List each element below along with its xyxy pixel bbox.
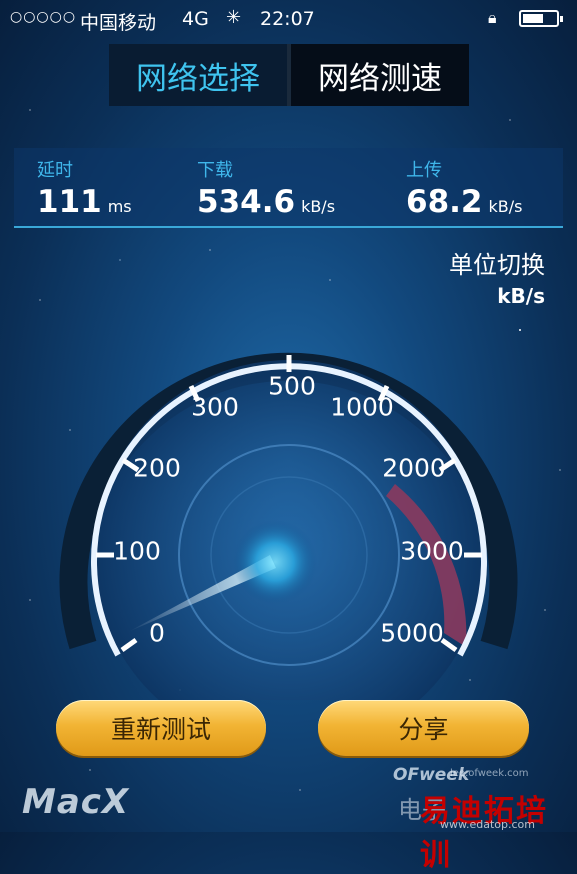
carrier-name: 中国移动: [80, 12, 157, 34]
upload-unit: kB/s: [488, 197, 523, 216]
tab-bar: 网络选择 网络测速: [109, 44, 469, 106]
gauge-dial: [59, 352, 518, 700]
tab-network-select[interactable]: 网络选择: [109, 44, 287, 106]
latency-label: 延时: [37, 160, 73, 181]
edatop-url-watermark: www.edatop.com: [440, 818, 535, 831]
network-type: 4G: [182, 8, 209, 30]
signal-strength-icon: ○○○○○: [10, 9, 77, 25]
share-button[interactable]: 分享: [318, 700, 529, 756]
gauge-label-5000: 5000: [380, 618, 444, 648]
gauge-label-100: 100: [113, 536, 161, 566]
tab-speed-test[interactable]: 网络测速: [291, 44, 469, 106]
download-label: 下载: [197, 160, 233, 181]
ofweek-url-watermark: lee.ofweek.com: [450, 768, 529, 779]
retest-button[interactable]: 重新测试: [56, 700, 266, 756]
status-bar: ○○○○○ 中国移动 4G ✳ 22:07 🔒︎: [0, 0, 577, 38]
status-time: 22:07: [260, 8, 315, 30]
gauge-hub: [233, 520, 317, 604]
activity-spinner-icon: ✳: [226, 7, 242, 28]
unit-switch-label: 单位切换: [449, 251, 545, 279]
gauge-label-1000: 1000: [330, 392, 394, 422]
battery-icon: [519, 10, 563, 27]
download-unit: kB/s: [301, 197, 336, 216]
download-stat: 下载 534.6 kB/s: [197, 156, 335, 220]
speed-gauge: 0 100 200 300 500 1000 2000 3000 5000: [0, 300, 577, 700]
macx-watermark: MacX: [22, 782, 130, 822]
gauge-label-3000: 3000: [400, 536, 464, 566]
upload-label: 上传: [406, 160, 442, 181]
speed-stats-panel: 延时 111 ms 下载 534.6 kB/s 上传 68.2 kB/s: [14, 148, 563, 228]
latency-unit: ms: [107, 197, 132, 216]
latency-value: 111: [37, 184, 102, 220]
upload-value: 68.2: [406, 184, 483, 220]
unit-switch-button[interactable]: 单位切换 kB/s: [449, 245, 545, 308]
gauge-label-300: 300: [191, 392, 239, 422]
edatop-watermark: 易迪拓培训: [420, 794, 548, 873]
gauge-label-0: 0: [149, 618, 165, 648]
latency-stat: 延时 111 ms: [37, 156, 132, 220]
download-value: 534.6: [197, 184, 296, 220]
gauge-label-200: 200: [133, 453, 181, 483]
rotation-lock-icon: 🔒︎: [488, 8, 497, 27]
upload-stat: 上传 68.2 kB/s: [406, 156, 522, 220]
gauge-label-2000: 2000: [382, 453, 446, 483]
ofweek-watermark: OFweek: [393, 765, 470, 785]
dianzi-watermark: 电子: [398, 796, 446, 824]
gauge-label-500: 500: [268, 371, 316, 401]
